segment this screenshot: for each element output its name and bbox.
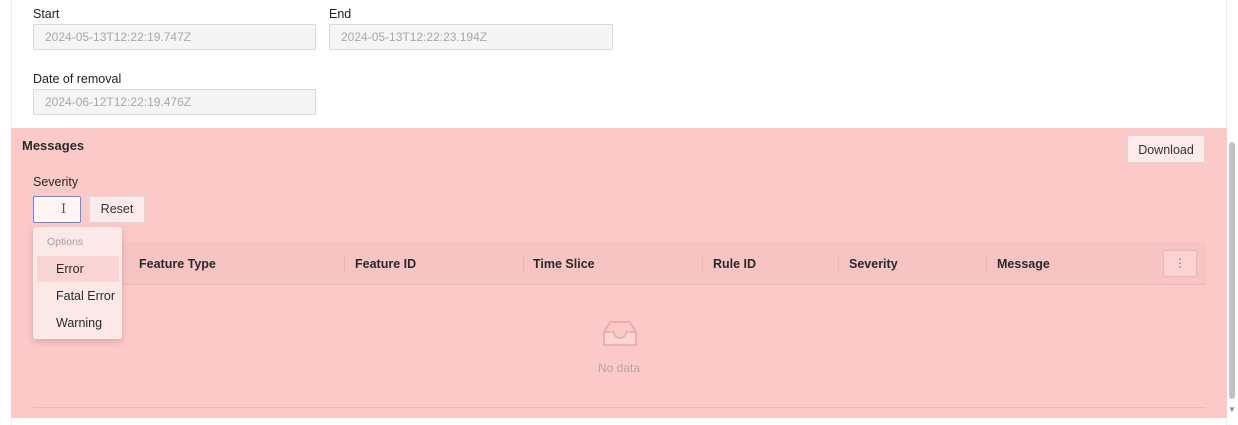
start-label: Start <box>33 7 60 21</box>
column-header-rule-id[interactable]: Rule ID <box>713 257 756 271</box>
table-bottom-border <box>33 407 1206 408</box>
empty-state-text: No data <box>598 361 641 375</box>
column-header-feature-id[interactable]: Feature ID <box>355 257 416 271</box>
reset-button[interactable]: Reset <box>89 196 145 223</box>
messages-title: Messages <box>22 138 85 153</box>
column-header-feature-type[interactable]: Feature Type <box>139 257 216 271</box>
column-header-severity[interactable]: Severity <box>849 257 898 271</box>
end-field[interactable]: 2024-05-13T12:22:23.194Z <box>329 24 613 50</box>
more-vertical-icon: ⋮ <box>1174 256 1186 270</box>
dropdown-group-label: Options <box>47 236 84 248</box>
column-header-message[interactable]: Message <box>997 257 1050 271</box>
start-field[interactable]: 2024-05-13T12:22:19.747Z <box>33 24 316 50</box>
end-label: End <box>329 7 352 21</box>
severity-select[interactable] <box>33 196 81 223</box>
column-divider <box>838 254 839 274</box>
dropdown-option-warning[interactable]: Warning <box>37 310 119 336</box>
column-divider <box>986 254 987 274</box>
scroll-down-icon[interactable]: ▼ <box>1228 405 1236 414</box>
column-header-time-slice[interactable]: Time Slice <box>533 257 595 271</box>
removal-date-label: Date of removal <box>33 72 122 86</box>
removal-date-field[interactable]: 2024-06-12T12:22:19.476Z <box>33 89 316 115</box>
download-button[interactable]: Download <box>1127 135 1205 163</box>
column-divider <box>523 254 524 274</box>
column-divider <box>702 254 703 274</box>
severity-label: Severity <box>33 175 79 189</box>
column-divider <box>344 254 345 274</box>
inbox-icon <box>603 321 637 346</box>
dropdown-option-error[interactable]: Error <box>37 256 119 282</box>
dropdown-option-fatal-error[interactable]: Fatal Error <box>37 283 119 309</box>
column-settings-button[interactable]: ⋮ <box>1163 250 1197 277</box>
scrollbar-thumb[interactable] <box>1229 142 1235 399</box>
text-cursor-icon: I <box>61 202 67 217</box>
